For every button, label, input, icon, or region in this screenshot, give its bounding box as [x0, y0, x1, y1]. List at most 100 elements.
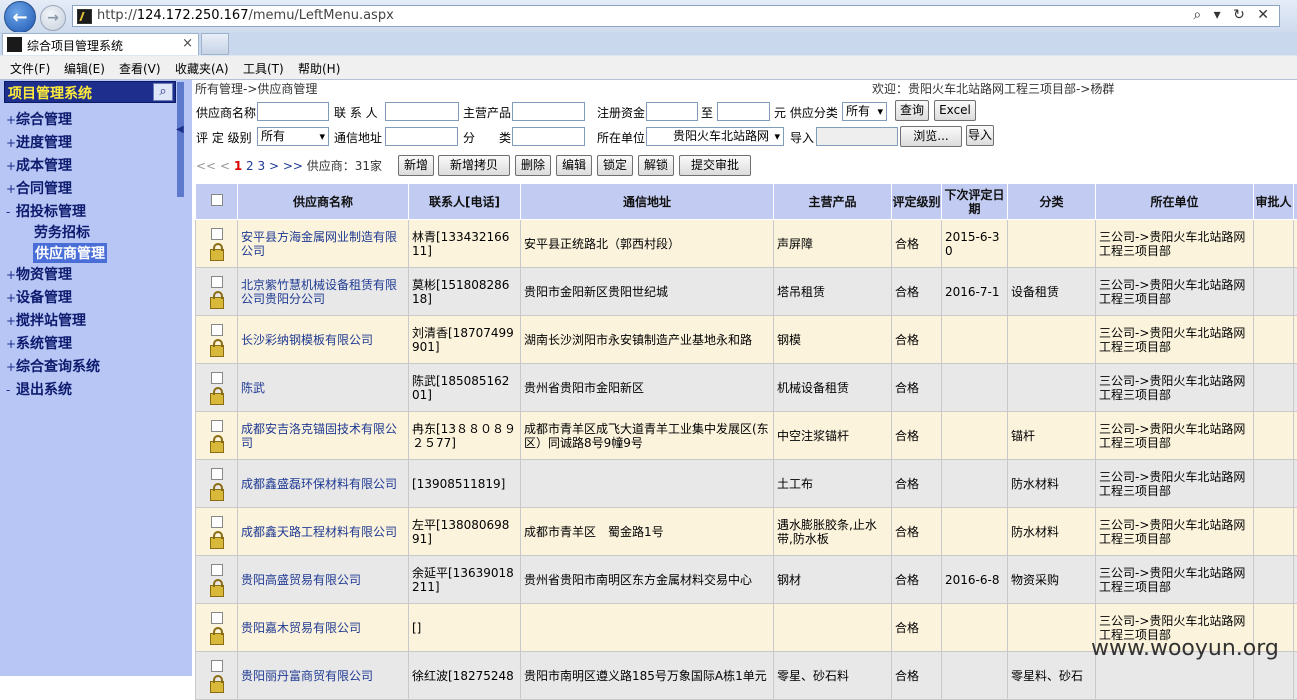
- table-row[interactable]: 成都鑫天路工程材料有限公司左平[13808069891]成都市青羊区 蜀金路1号…: [196, 508, 1297, 556]
- cell-product: 中空注浆锚杆: [774, 412, 892, 460]
- table-row[interactable]: 贵阳高盛贸易有限公司余延平[13639018211]贵州省贵阳市南明区东方金属材…: [196, 556, 1297, 604]
- edit-button[interactable]: 编辑: [556, 155, 592, 176]
- pager-last[interactable]: >>: [283, 159, 303, 173]
- table-row[interactable]: 陈武陈武[18508516201]贵州省贵阳市金阳新区机械设备租赁合格三公司->…: [196, 364, 1297, 412]
- table-row[interactable]: 安平县方海金属网业制造有限公司林青[13343216611]安平县正统路北（郭西…: [196, 220, 1297, 268]
- grade-select[interactable]: 所有: [257, 127, 329, 146]
- sidebar-item-cost[interactable]: +成本管理: [6, 155, 72, 175]
- cell-name[interactable]: 安平县方海金属网业制造有限公司: [238, 220, 409, 268]
- cell-name[interactable]: 长沙彩纳钢模板有限公司: [238, 316, 409, 364]
- pager-next[interactable]: >: [269, 159, 279, 173]
- row-checkbox[interactable]: [211, 564, 223, 576]
- sidebar-item-mixing-station[interactable]: +搅拌站管理: [6, 310, 86, 330]
- column-header[interactable]: 通信地址: [521, 184, 774, 220]
- row-checkbox[interactable]: [211, 516, 223, 528]
- capital-max-input[interactable]: [717, 102, 770, 121]
- select-all-checkbox[interactable]: [211, 194, 223, 206]
- import-file-input[interactable]: [816, 127, 898, 146]
- pager-page-3[interactable]: 3: [257, 159, 265, 173]
- sidebar-item-bidding[interactable]: -招投标管理: [6, 201, 86, 221]
- category-select[interactable]: 所有: [842, 102, 887, 121]
- new-tab-button[interactable]: [201, 33, 229, 55]
- tab-active[interactable]: 综合项目管理系统 ×: [2, 33, 199, 55]
- column-header[interactable]: 分类: [1008, 184, 1096, 220]
- sidebar-item-contract[interactable]: +合同管理: [6, 178, 72, 198]
- add-copy-button[interactable]: 新增拷贝: [438, 155, 510, 176]
- menu-view[interactable]: 查看(V): [119, 60, 161, 77]
- row-checkbox[interactable]: [211, 324, 223, 336]
- cell-name[interactable]: 贵阳嘉木贸易有限公司: [238, 604, 409, 652]
- row-checkbox[interactable]: [211, 660, 223, 672]
- sidebar-scrollbar[interactable]: [177, 82, 184, 197]
- cell-next: [942, 508, 1008, 556]
- product-input[interactable]: [512, 102, 585, 121]
- sidebar-item-equipment[interactable]: +设备管理: [6, 287, 72, 307]
- unlock-button[interactable]: 解锁: [638, 155, 674, 176]
- browse-button[interactable]: 浏览...: [900, 126, 962, 147]
- cell-name[interactable]: 成都鑫盛磊环保材料有限公司: [238, 460, 409, 508]
- sidebar-subitem-supplier-management[interactable]: 供应商管理: [33, 243, 107, 263]
- table-row[interactable]: 成都安吉洛克锚固技术有限公司冉东[13８８０８９２５77]成都市青羊区成飞大道青…: [196, 412, 1297, 460]
- row-checkbox[interactable]: [211, 228, 223, 240]
- table-row[interactable]: 成都鑫盛磊环保材料有限公司[13908511819]土工布合格防水材料三公司->…: [196, 460, 1297, 508]
- url-input[interactable]: http://124.172.250.167/memu/LeftMenu.asp…: [72, 5, 1280, 27]
- row-checkbox[interactable]: [211, 420, 223, 432]
- cell-name[interactable]: 北京紫竹慧机械设备租赁有限公司贵阳分公司: [238, 268, 409, 316]
- collapse-arrow-icon[interactable]: ◀: [176, 124, 184, 135]
- sidebar-item-query-system[interactable]: +综合查询系统: [6, 356, 100, 376]
- contact-input[interactable]: [385, 102, 459, 121]
- excel-button[interactable]: Excel: [934, 100, 976, 121]
- table-row[interactable]: 长沙彩纳钢模板有限公司刘清香[18707499901]湖南长沙浏阳市永安镇制造产…: [196, 316, 1297, 364]
- menu-favorites[interactable]: 收藏夹(A): [175, 60, 229, 77]
- expand-icon: +: [6, 268, 16, 282]
- column-header[interactable]: 供应商名称: [238, 184, 409, 220]
- cell-name[interactable]: 成都安吉洛克锚固技术有限公司: [238, 412, 409, 460]
- sidebar-item-logout[interactable]: -退出系统: [6, 379, 72, 399]
- row-checkbox[interactable]: [211, 468, 223, 480]
- menu-edit[interactable]: 编辑(E): [64, 60, 105, 77]
- sidebar-title: 项目管理系统: [8, 83, 92, 103]
- org-select[interactable]: 贵阳火车北站路网: [646, 127, 784, 146]
- cell-next: [942, 316, 1008, 364]
- supplier-name-input[interactable]: [257, 102, 329, 121]
- capital-min-input[interactable]: [646, 102, 698, 121]
- cell-name[interactable]: 成都鑫天路工程材料有限公司: [238, 508, 409, 556]
- delete-button[interactable]: 删除: [515, 155, 551, 176]
- sidebar-item-progress[interactable]: +进度管理: [6, 132, 72, 152]
- pager-page-2[interactable]: 2: [246, 159, 254, 173]
- cell-name[interactable]: 陈武: [238, 364, 409, 412]
- submit-approval-button[interactable]: 提交审批: [679, 155, 751, 176]
- class-input[interactable]: [512, 127, 585, 146]
- column-header[interactable]: 所在单位: [1096, 184, 1254, 220]
- sidebar-subitem-labor-bidding[interactable]: 劳务招标: [34, 222, 90, 242]
- tab-close-icon[interactable]: ×: [182, 36, 193, 51]
- menu-tools[interactable]: 工具(T): [243, 60, 284, 77]
- sidebar-item-materials[interactable]: +物资管理: [6, 264, 72, 284]
- row-checkbox[interactable]: [211, 612, 223, 624]
- sidebar-item-comprehensive[interactable]: +综合管理: [6, 109, 72, 129]
- cell-product: 土工布: [774, 460, 892, 508]
- pager-prev[interactable]: <: [220, 159, 230, 173]
- sidebar-item-system[interactable]: +系统管理: [6, 333, 72, 353]
- menu-file[interactable]: 文件(F): [10, 60, 50, 77]
- row-checkbox[interactable]: [211, 276, 223, 288]
- query-button[interactable]: 查询: [895, 100, 929, 121]
- menu-help[interactable]: 帮助(H): [298, 60, 340, 77]
- lock-button[interactable]: 锁定: [597, 155, 633, 176]
- row-checkbox[interactable]: [211, 372, 223, 384]
- add-button[interactable]: 新增: [398, 155, 434, 176]
- column-header[interactable]: 联系人[电话]: [409, 184, 521, 220]
- column-header[interactable]: 主营产品: [774, 184, 892, 220]
- forward-arrow-icon[interactable]: →: [40, 5, 66, 31]
- cell-name[interactable]: 贵阳高盛贸易有限公司: [238, 556, 409, 604]
- address-input[interactable]: [385, 127, 458, 146]
- column-header[interactable]: 评定级别: [892, 184, 942, 220]
- column-header[interactable]: 审批人: [1254, 184, 1294, 220]
- table-row[interactable]: 北京紫竹慧机械设备租赁有限公司贵阳分公司莫彬[15180828618]贵阳市金阳…: [196, 268, 1297, 316]
- import-button[interactable]: 导入: [966, 125, 994, 146]
- search-icon[interactable]: ⌕: [153, 83, 173, 101]
- column-header[interactable]: 下次评定日期: [942, 184, 1008, 220]
- pager-first[interactable]: <<: [196, 159, 216, 173]
- back-arrow-icon[interactable]: ←: [4, 1, 36, 33]
- address-controls-icon[interactable]: ⌕ ▾ ↻ ✕: [1193, 7, 1273, 23]
